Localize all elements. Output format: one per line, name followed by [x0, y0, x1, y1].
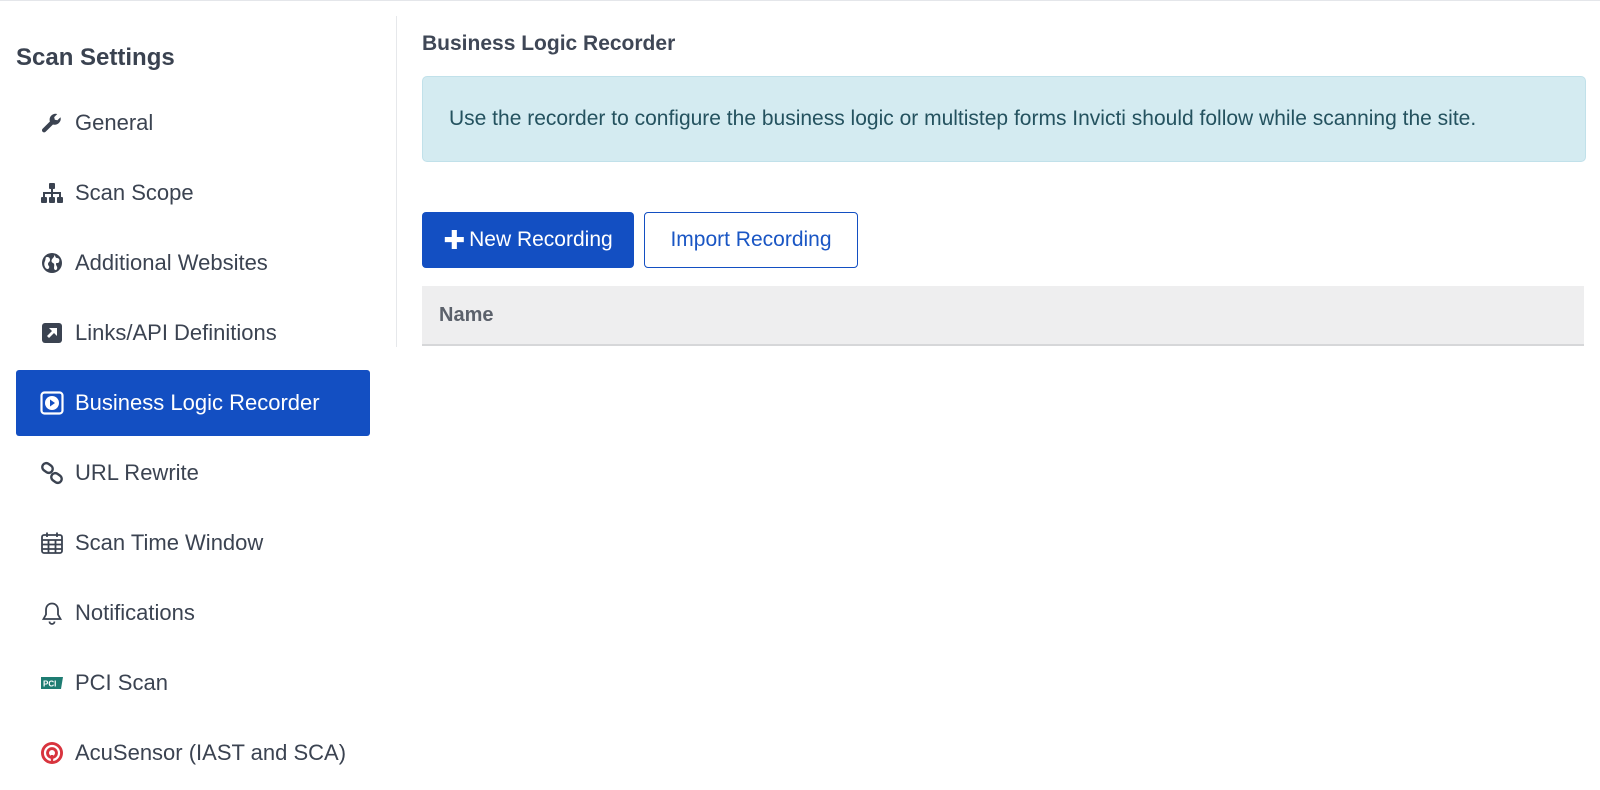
sidebar-item-pci-scan[interactable]: PCI PCI Scan: [16, 650, 370, 716]
external-link-icon: [38, 319, 66, 347]
sidebar-item-scan-time-window[interactable]: Scan Time Window: [16, 510, 370, 576]
plus-icon: ✚: [443, 225, 466, 255]
sidebar: Scan Settings General Scan Scope Additio…: [0, 14, 396, 777]
import-recording-label: Import Recording: [670, 228, 832, 251]
sidebar-item-label: AcuSensor (IAST and SCA): [75, 740, 347, 765]
sitemap-icon: [38, 179, 66, 207]
info-alert-text: Use the recorder to configure the busine…: [449, 107, 1477, 130]
recordings-table-header: Name: [422, 286, 1584, 346]
page-title: Business Logic Recorder: [422, 32, 676, 55]
play-icon: [38, 389, 66, 417]
sidebar-item-label: General: [75, 110, 154, 135]
sidebar-item-label: Scan Time Window: [75, 530, 264, 555]
svg-text:PCI: PCI: [43, 680, 56, 689]
sidebar-item-url-rewrite[interactable]: URL Rewrite: [16, 440, 370, 506]
acusensor-icon: [38, 739, 66, 767]
sidebar-item-notifications[interactable]: Notifications: [16, 580, 370, 646]
bell-icon: [38, 599, 66, 627]
sidebar-item-label: Links/API Definitions: [75, 320, 277, 345]
top-border: [0, 0, 1600, 1]
sidebar-item-additional-websites[interactable]: Additional Websites: [16, 230, 370, 296]
globe-icon: [38, 249, 66, 277]
sidebar-title: Scan Settings: [16, 44, 175, 71]
link-icon: [38, 459, 66, 487]
sidebar-item-scan-scope[interactable]: Scan Scope: [16, 160, 370, 226]
sidebar-item-business-logic-recorder[interactable]: Business Logic Recorder: [16, 370, 370, 436]
sidebar-item-general[interactable]: General: [16, 90, 370, 156]
sidebar-item-label: Additional Websites: [75, 250, 268, 275]
info-alert: Use the recorder to configure the busine…: [422, 76, 1586, 162]
sidebar-item-acusensor[interactable]: AcuSensor (IAST and SCA): [16, 720, 370, 786]
sidebar-item-label: PCI Scan: [75, 670, 168, 695]
import-recording-button[interactable]: Import Recording: [644, 212, 858, 268]
sidebar-nav: General Scan Scope Additional Websites L…: [16, 90, 370, 790]
sidebar-item-label: Scan Scope: [75, 180, 194, 205]
sidebar-item-label: URL Rewrite: [75, 460, 199, 485]
column-header-name[interactable]: Name: [439, 304, 493, 327]
new-recording-button[interactable]: ✚ New Recording: [422, 212, 634, 268]
sidebar-item-label: Notifications: [75, 600, 195, 625]
new-recording-label: New Recording: [469, 228, 613, 251]
calendar-icon: [38, 529, 66, 557]
sidebar-item-links-api-definitions[interactable]: Links/API Definitions: [16, 300, 370, 366]
pci-icon: PCI: [38, 669, 66, 697]
sidebar-item-label: Business Logic Recorder: [75, 390, 320, 415]
wrench-icon: [38, 109, 66, 137]
sidebar-divider: [396, 16, 397, 347]
